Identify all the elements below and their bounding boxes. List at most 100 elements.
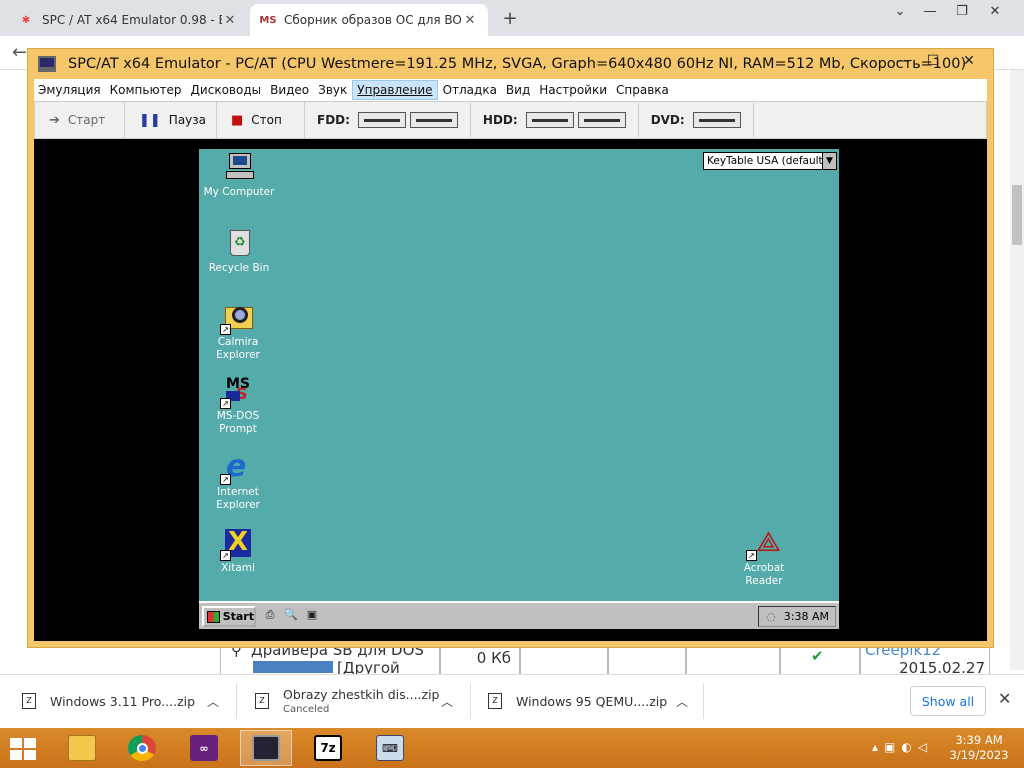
zip-file-icon: Z (488, 693, 502, 709)
taskbar-file-explorer[interactable] (56, 730, 108, 766)
page-scrollbar[interactable] (1010, 70, 1024, 670)
7zip-icon: 7z (314, 735, 342, 761)
emulator-close-button[interactable]: ✕ (954, 53, 984, 73)
menu-drives[interactable]: Дисководы (187, 81, 266, 99)
menu-control[interactable]: Управление (352, 80, 438, 100)
restore-button[interactable]: ❐ (947, 4, 977, 19)
chevron-up-icon[interactable]: ︿ (676, 693, 688, 710)
browser-tab-collection[interactable]: MS Сборник образов ОС для BOCH ✕ (250, 4, 488, 36)
emulator-titlebar[interactable]: SPC/AT x64 Emulator - PC/AT (CPU Westmer… (28, 49, 993, 79)
file-size: 0 Кб (476, 649, 511, 667)
scrollbar-thumb[interactable] (1012, 185, 1022, 245)
menu-computer[interactable]: Компьютер (106, 81, 186, 99)
chevron-up-icon[interactable]: ︿ (441, 693, 453, 710)
start-button[interactable]: ➔ Старт (35, 102, 125, 138)
hdd-label: HDD: (482, 113, 518, 127)
volume-icon[interactable]: ◌ (766, 610, 776, 623)
tab-search-icon[interactable]: ⌄ (885, 4, 915, 19)
minimize-button[interactable]: — (915, 4, 945, 19)
desktop-icon-calmira-explorer[interactable]: ↗ Calmira Explorer (198, 301, 278, 362)
close-tab-icon[interactable]: ✕ (222, 13, 238, 28)
internet-explorer-icon: e ↗ (220, 451, 254, 485)
check-icon: ✔ (811, 647, 824, 665)
quick-launch-desktop-icon[interactable]: ▣ (303, 608, 321, 624)
close-tab-icon[interactable]: ✕ (462, 13, 478, 28)
quick-launch-printer-icon[interactable]: ⎙ (261, 608, 279, 624)
menu-view[interactable]: Вид (502, 81, 534, 99)
menu-video[interactable]: Видео (266, 81, 313, 99)
keytable-value: KeyTable USA (default) (707, 155, 827, 167)
close-button[interactable]: ✕ (980, 4, 1010, 19)
icon-label: Acrobat Reader (743, 562, 785, 587)
system-clock[interactable]: 3:39 AM 3/19/2023 (944, 733, 1014, 763)
emulator-minimize-button[interactable]: — (888, 53, 918, 73)
cell (686, 645, 780, 675)
menu-debug[interactable]: Отладка (439, 81, 501, 99)
fdd-label: FDD: (317, 113, 350, 127)
close-shelf-button[interactable]: ✕ (998, 689, 1011, 708)
desktop-icon-my-computer[interactable]: My Computer (199, 151, 279, 199)
zip-file-icon: Z (22, 693, 36, 709)
download-button[interactable] (253, 661, 333, 673)
windows-start-button[interactable] (10, 738, 38, 760)
taskbar-spcat-emulator[interactable] (240, 730, 292, 766)
taskbar-chrome[interactable] (116, 730, 168, 766)
desktop-icon-internet-explorer[interactable]: e ↗ Internet Explorer (198, 451, 278, 512)
emulator-toolbar: ➔ Старт ❚❚ Пауза ■ Стоп FDD: HDD: DVD: (34, 101, 987, 139)
system-tray-icons[interactable]: ▴▣◐◁ (872, 740, 933, 754)
download-item[interactable]: Z Windows 95 QEMU....zip ︿ (488, 683, 688, 719)
windows-flag-icon (207, 610, 220, 623)
back-arrow-icon[interactable]: ← (12, 42, 27, 63)
taskbar-remote-desktop[interactable]: ⌨ (364, 730, 416, 766)
divider (752, 103, 754, 137)
taskbar-visual-studio[interactable]: ∞ (178, 730, 230, 766)
dropdown-arrow-icon[interactable]: ▼ (822, 153, 836, 169)
download-status: Canceled (283, 704, 330, 715)
hdd-drive-1-icon[interactable] (577, 112, 626, 128)
emulator-window: SPC/AT x64 Emulator - PC/AT (CPU Westmer… (27, 48, 994, 648)
pause-button[interactable]: ❚❚ Пауза (125, 102, 217, 138)
file-explorer-icon (68, 735, 96, 761)
dvd-label: DVD: (650, 113, 685, 127)
my-computer-icon (223, 151, 255, 183)
pause-icon: ❚❚ (139, 112, 161, 128)
show-all-button[interactable]: Show all (910, 686, 986, 716)
desktop-icon-acrobat-reader[interactable]: ⟁ ↗ Acrobat Reader (724, 527, 804, 588)
menu-settings[interactable]: Настройки (535, 81, 611, 99)
dvd-drive-icon[interactable] (692, 112, 741, 128)
screen: ✱ SPC / AT x64 Emulator 0.98 - Em ✕ MS С… (0, 0, 1024, 768)
menu-sound[interactable]: Звук (314, 81, 351, 99)
fdd-drive-b-icon[interactable] (409, 112, 458, 128)
downloads-shelf: Z Windows 3.11 Pro....zip ︿ Z Obrazy zhe… (0, 674, 1024, 726)
emulator-screen[interactable]: KeyTable USA (default) ▼ My Computer ♻ R… (34, 139, 987, 641)
menu-emulation[interactable]: Эмуляция (34, 81, 105, 99)
download-item[interactable]: Z Windows 3.11 Pro....zip ︿ (22, 683, 219, 719)
tab-title: Сборник образов ОС для BOCH (284, 13, 462, 27)
divider (469, 103, 471, 137)
icon-label: Internet Explorer (216, 486, 260, 511)
hdd-drive-0-icon[interactable] (525, 112, 574, 128)
browser-tab-emulator[interactable]: ✱ SPC / AT x64 Emulator 0.98 - Em ✕ (8, 4, 248, 36)
xitami-icon: X ↗ (220, 527, 254, 561)
keytable-dropdown[interactable]: KeyTable USA (default) ▼ (703, 152, 837, 170)
user-cell: Creepik12 2015.02.27 (860, 641, 990, 677)
menu-help[interactable]: Справка (612, 81, 673, 99)
start-label: Старт (67, 113, 106, 127)
emulator-menubar: Эмуляция Компьютер Дисководы Видео Звук … (34, 79, 987, 101)
desktop-icon-ms-dos-prompt[interactable]: MS S ↗ MS-DOS Prompt (198, 375, 278, 436)
desktop-icon-xitami[interactable]: X ↗ Xitami (198, 527, 278, 575)
chrome-icon (128, 735, 156, 761)
guest-desktop[interactable]: KeyTable USA (default) ▼ My Computer ♻ R… (199, 149, 839, 629)
chevron-up-icon[interactable]: ︿ (207, 693, 219, 710)
quick-launch-explorer-icon[interactable]: 🔍 (282, 608, 300, 624)
fdd-drive-a-icon[interactable] (357, 112, 406, 128)
desktop-icon-recycle-bin[interactable]: ♻ Recycle Bin (199, 227, 279, 275)
new-tab-button[interactable]: + (500, 8, 520, 29)
taskbar-7zip[interactable]: 7z (302, 730, 354, 766)
download-item[interactable]: Z Obrazy zhestkih dis....zip Canceled ︿ (255, 683, 453, 719)
shortcut-arrow-icon: ↗ (220, 474, 231, 485)
stop-button[interactable]: ■ Стоп (217, 102, 305, 138)
emulator-restore-button[interactable]: ☐ (918, 53, 948, 73)
ms-icon: MS (259, 12, 277, 28)
guest-start-button[interactable]: Start (202, 606, 256, 627)
